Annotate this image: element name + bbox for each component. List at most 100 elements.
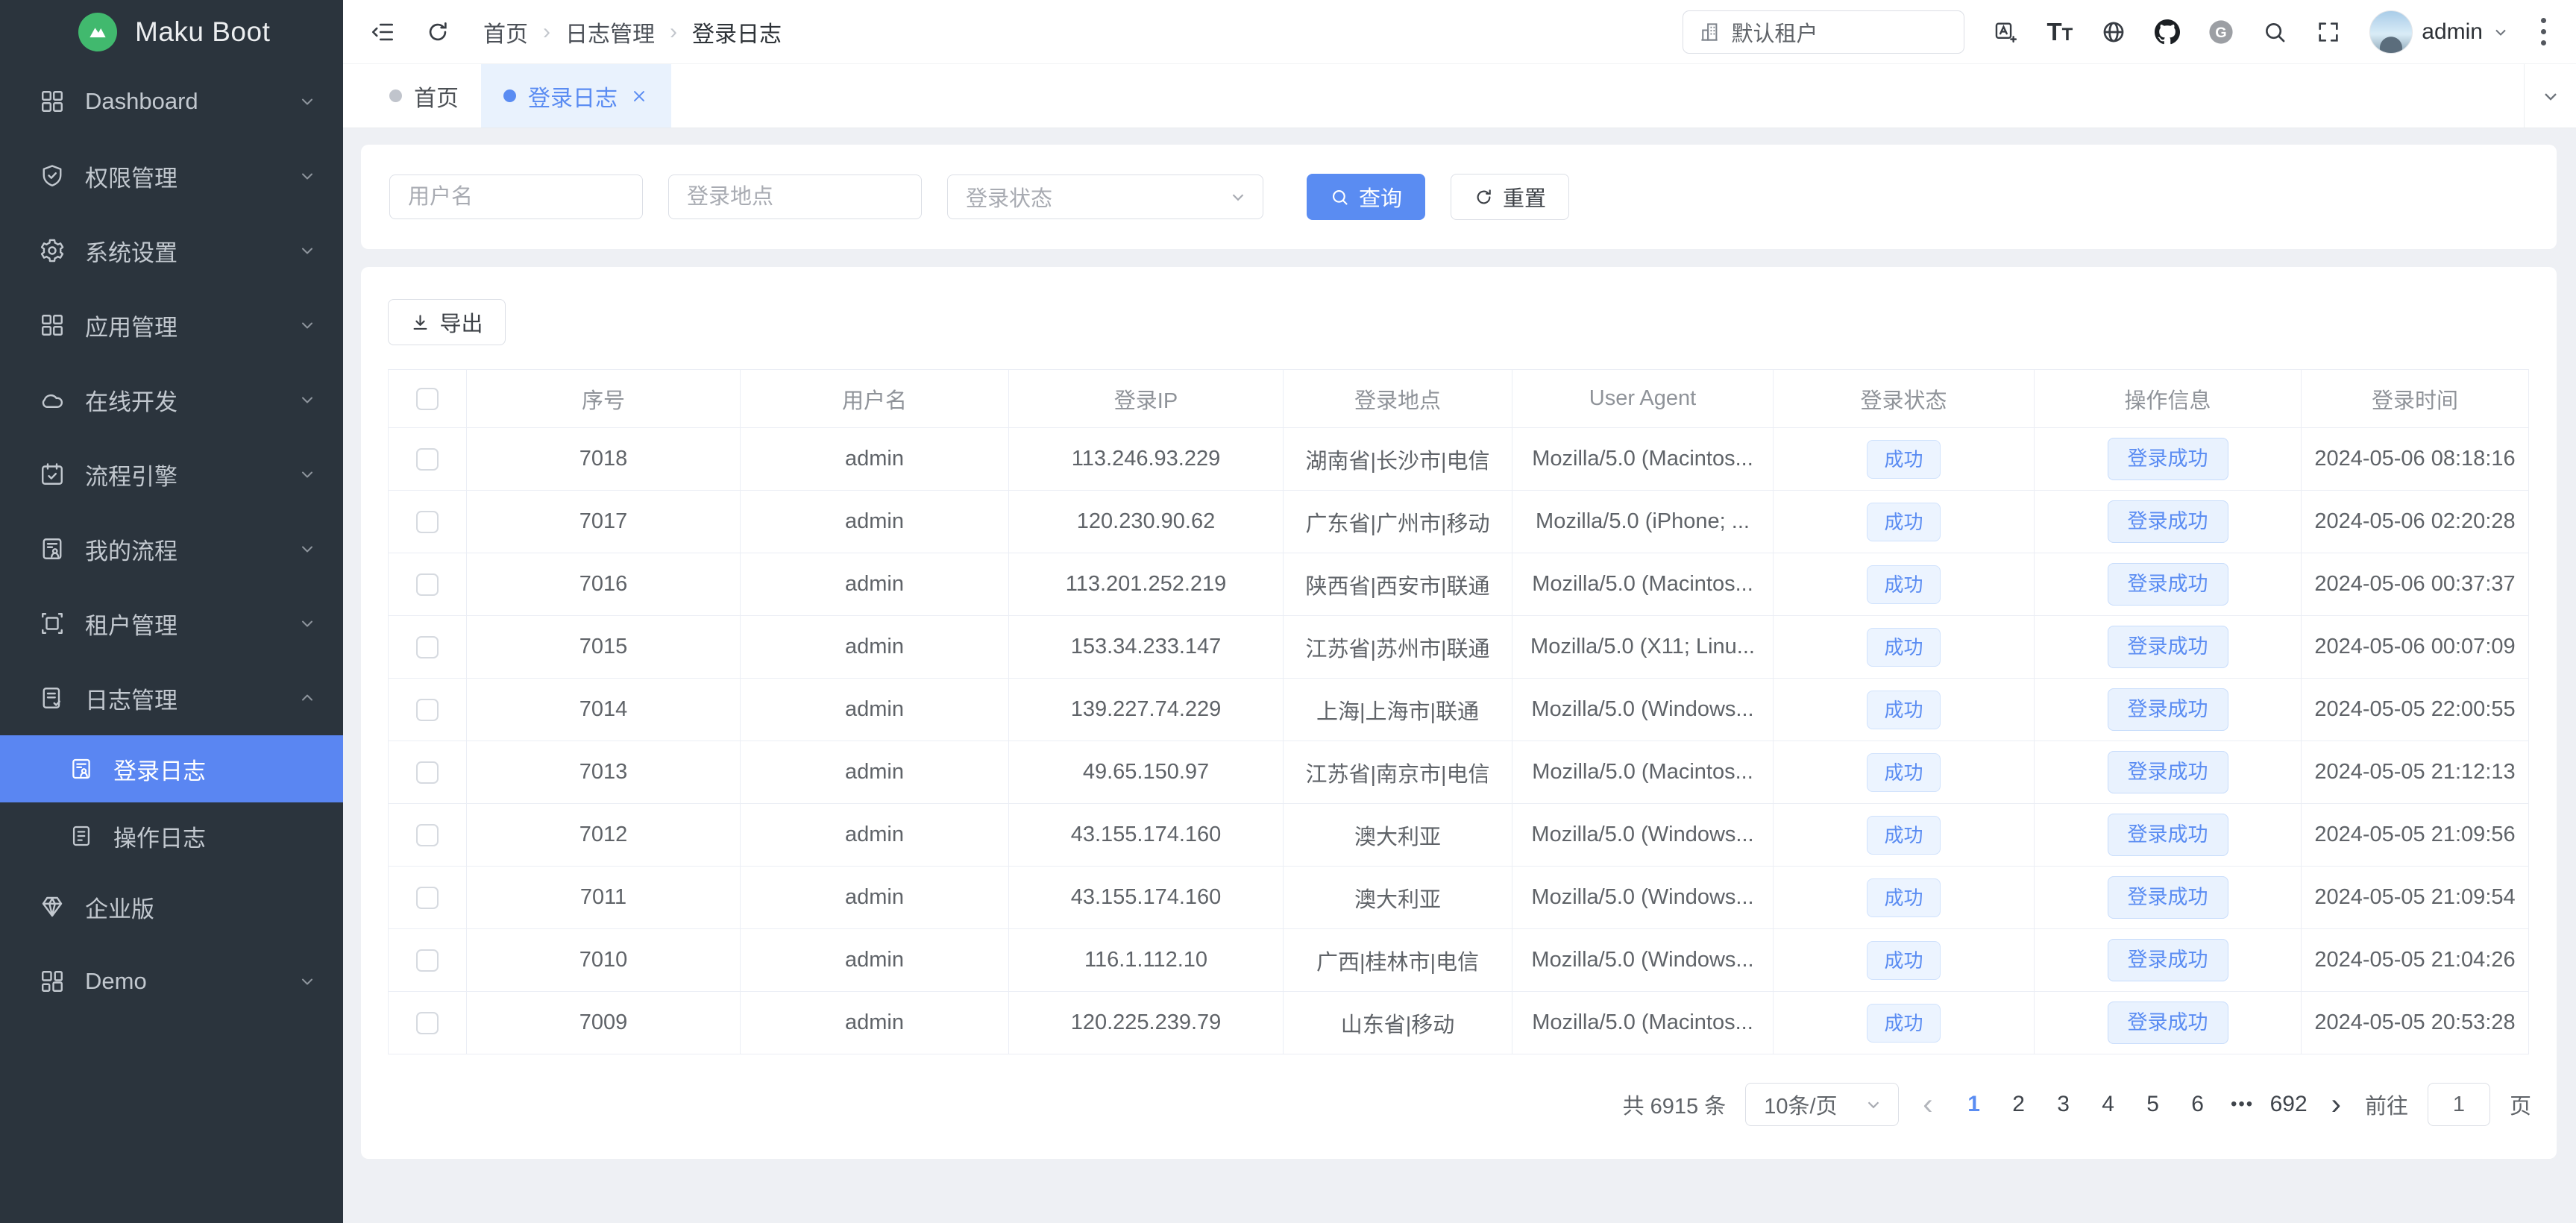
page-size-select[interactable]: 10条/页 bbox=[1745, 1083, 1899, 1126]
row-checkbox[interactable] bbox=[416, 887, 439, 909]
chevron-down-icon bbox=[298, 972, 316, 990]
sidebar-item-label: 企业版 bbox=[85, 890, 316, 924]
operation-tag[interactable]: 登录成功 bbox=[2108, 814, 2228, 856]
row-checkbox[interactable] bbox=[416, 636, 439, 658]
page-button-6[interactable]: 6 bbox=[2181, 1092, 2215, 1117]
goto-page-input[interactable] bbox=[2428, 1083, 2490, 1126]
prev-page-button[interactable]: ‹ bbox=[1918, 1090, 1937, 1119]
row-checkbox[interactable] bbox=[416, 949, 439, 972]
row-checkbox[interactable] bbox=[416, 448, 439, 471]
chevron-down-icon bbox=[1864, 1095, 1883, 1114]
reset-button[interactable]: 重置 bbox=[1451, 174, 1569, 220]
row-checkbox[interactable] bbox=[416, 824, 439, 846]
status-tag: 成功 bbox=[1867, 691, 1940, 729]
fullscreen-icon[interactable] bbox=[2316, 19, 2341, 45]
next-page-button[interactable]: › bbox=[2327, 1090, 2346, 1119]
operation-tag[interactable]: 登录成功 bbox=[2108, 438, 2228, 480]
sidebar-item-app-management[interactable]: 应用管理 bbox=[0, 288, 343, 362]
page-ellipsis[interactable]: ••• bbox=[2225, 1094, 2260, 1115]
row-checkbox[interactable] bbox=[416, 761, 439, 784]
translate-icon[interactable] bbox=[1993, 19, 2018, 45]
location-input[interactable] bbox=[668, 175, 922, 219]
tab-active[interactable]: 登录日志 bbox=[481, 64, 671, 128]
refresh-icon[interactable] bbox=[425, 19, 450, 45]
search-icon[interactable] bbox=[2262, 19, 2287, 45]
sidebar-item-demo[interactable]: Demo bbox=[0, 944, 343, 1019]
row-checkbox[interactable] bbox=[416, 1012, 439, 1034]
sidebar-item-tenant-management[interactable]: 租户管理 bbox=[0, 586, 343, 661]
cell-checkbox bbox=[389, 679, 467, 741]
grid-icon bbox=[39, 88, 66, 115]
page-button-4[interactable]: 4 bbox=[2091, 1092, 2126, 1117]
sidebar-item-operation-log[interactable]: 操作日志 bbox=[0, 802, 343, 870]
cell-operation: 登录成功 bbox=[2035, 616, 2302, 679]
avatar[interactable] bbox=[2369, 10, 2413, 54]
operation-tag[interactable]: 登录成功 bbox=[2108, 1002, 2228, 1044]
frame-icon bbox=[39, 610, 66, 637]
row-checkbox[interactable] bbox=[416, 573, 439, 596]
sidebar-item-permissions[interactable]: 权限管理 bbox=[0, 139, 343, 213]
cell-time: 2024-05-05 21:09:56 bbox=[2302, 804, 2529, 867]
tab-label: 首页 bbox=[414, 80, 459, 113]
sidebar-item-my-workflows[interactable]: 我的流程 bbox=[0, 512, 343, 586]
operation-tag[interactable]: 登录成功 bbox=[2108, 939, 2228, 981]
page-button-692[interactable]: 692 bbox=[2270, 1092, 2308, 1117]
cell-checkbox bbox=[389, 616, 467, 679]
table-row: 7013admin49.65.150.97江苏省|南京市|电信Mozilla/5… bbox=[389, 741, 2529, 804]
chevron-down-icon bbox=[1228, 187, 1248, 207]
chevron-down-icon bbox=[298, 614, 316, 632]
cell-checkbox bbox=[389, 992, 467, 1054]
cell-time: 2024-05-06 08:18:16 bbox=[2302, 428, 2529, 491]
status-select[interactable]: 登录状态 bbox=[947, 175, 1263, 219]
user-menu[interactable]: admin bbox=[2369, 10, 2510, 54]
page-button-1[interactable]: 1 bbox=[1957, 1092, 1991, 1117]
tenant-select[interactable]: 默认租户 bbox=[1683, 10, 1964, 54]
more-options-icon[interactable] bbox=[2538, 15, 2549, 48]
sidebar-item-online-dev[interactable]: 在线开发 bbox=[0, 362, 343, 437]
cell-checkbox bbox=[389, 428, 467, 491]
page-button-5[interactable]: 5 bbox=[2136, 1092, 2170, 1117]
cell-ip: 49.65.150.97 bbox=[1009, 741, 1284, 804]
operation-tag[interactable]: 登录成功 bbox=[2108, 751, 2228, 793]
gitee-icon[interactable]: G bbox=[2208, 19, 2234, 45]
tab-close-icon[interactable] bbox=[629, 87, 649, 106]
status-tag: 成功 bbox=[1867, 753, 1940, 792]
tab-list-chevron-icon[interactable] bbox=[2524, 64, 2576, 128]
github-icon[interactable] bbox=[2155, 19, 2180, 45]
tab-item[interactable]: 首页 bbox=[367, 64, 481, 128]
tab-dot-icon bbox=[389, 89, 402, 102]
page-button-2[interactable]: 2 bbox=[2002, 1092, 2036, 1117]
operation-tag[interactable]: 登录成功 bbox=[2108, 688, 2228, 731]
sidebar-menu: Dashboard权限管理系统设置应用管理在线开发流程引擎我的流程租户管理日志管… bbox=[0, 64, 343, 1223]
page-button-3[interactable]: 3 bbox=[2046, 1092, 2081, 1117]
cell-location: 陕西省|西安市|联通 bbox=[1284, 553, 1512, 616]
sidebar-item-system-settings[interactable]: 系统设置 bbox=[0, 213, 343, 288]
sidebar-item-login-log[interactable]: 登录日志 bbox=[0, 735, 343, 802]
sidebar-item-dashboard[interactable]: Dashboard bbox=[0, 64, 343, 139]
breadcrumb-item[interactable]: 日志管理 bbox=[565, 16, 655, 48]
cell-time: 2024-05-06 00:37:37 bbox=[2302, 553, 2529, 616]
operation-tag[interactable]: 登录成功 bbox=[2108, 500, 2228, 543]
calendar-check-icon bbox=[39, 461, 66, 488]
sidebar-item-enterprise[interactable]: 企业版 bbox=[0, 870, 343, 944]
cell-checkbox bbox=[389, 553, 467, 616]
operation-tag[interactable]: 登录成功 bbox=[2108, 626, 2228, 668]
font-size-icon[interactable]: TT bbox=[2046, 18, 2073, 46]
row-checkbox[interactable] bbox=[416, 511, 439, 533]
status-tag: 成功 bbox=[1867, 941, 1940, 980]
operation-tag[interactable]: 登录成功 bbox=[2108, 563, 2228, 606]
row-checkbox[interactable] bbox=[416, 699, 439, 721]
sidebar-item-label: 我的流程 bbox=[85, 532, 298, 566]
export-button[interactable]: 导出 bbox=[388, 299, 506, 345]
sidebar-item-log-management[interactable]: 日志管理 bbox=[0, 661, 343, 735]
operation-tag[interactable]: 登录成功 bbox=[2108, 876, 2228, 919]
username-input[interactable] bbox=[389, 175, 643, 219]
sidebar-item-workflow-engine[interactable]: 流程引擎 bbox=[0, 437, 343, 512]
sidebar-fold-icon[interactable] bbox=[370, 19, 395, 45]
search-button[interactable]: 查询 bbox=[1307, 174, 1425, 220]
breadcrumb-item[interactable]: 首页 bbox=[483, 16, 528, 48]
globe-icon[interactable] bbox=[2101, 19, 2126, 45]
table-row: 7018admin113.246.93.229湖南省|长沙市|电信Mozilla… bbox=[389, 428, 2529, 491]
select-all-checkbox[interactable] bbox=[416, 388, 439, 410]
grid-icon bbox=[39, 312, 66, 339]
